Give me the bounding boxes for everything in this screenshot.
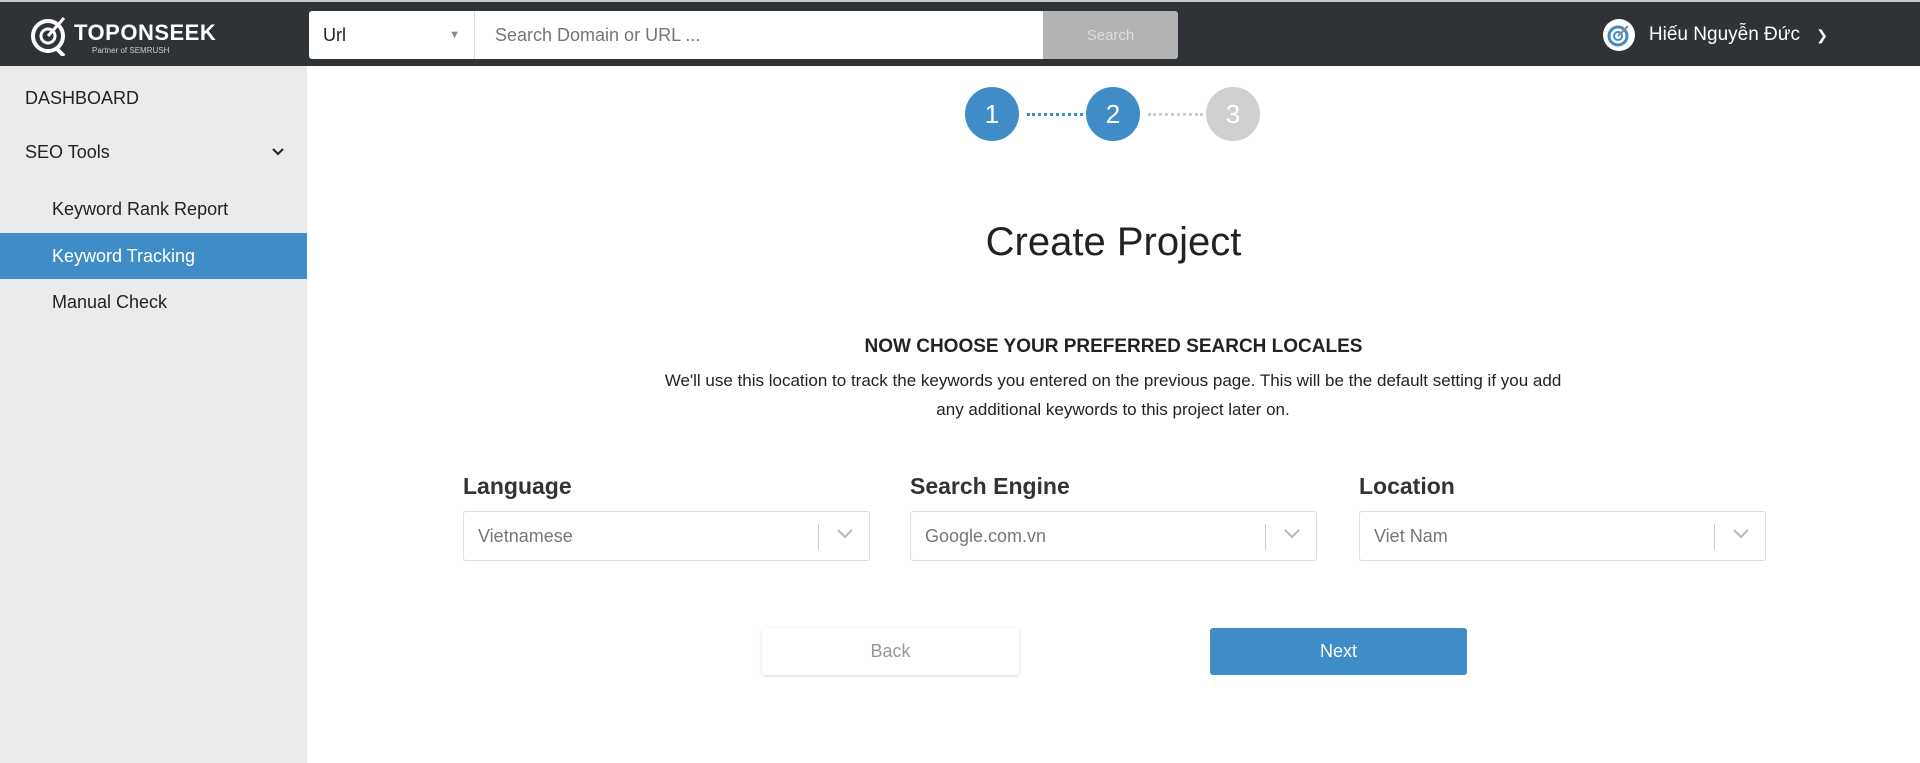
back-button[interactable]: Back	[762, 628, 1019, 675]
avatar	[1602, 19, 1635, 51]
section-heading: NOW CHOOSE YOUR PREFERRED SEARCH LOCALES	[864, 336, 1363, 357]
search-engine-select[interactable]: Google.com.vn	[910, 511, 1317, 561]
section-description: We'll use this location to track the key…	[664, 371, 1562, 419]
sidebar-item-keyword-tracking[interactable]: Keyword Tracking	[0, 233, 307, 279]
user-name: Hiếu Nguyễn Đức	[1648, 24, 1800, 45]
search-input[interactable]	[475, 11, 1043, 59]
top-header: TOPONSEEK Partner of SEMRUSH Url ▼ Search…	[0, 0, 1920, 66]
chevron-down-icon[interactable]: ❯	[1816, 27, 1828, 44]
sidebar-item-seo-tools[interactable]: SEO Tools	[25, 140, 285, 164]
language-field: Language Vietnamese	[463, 473, 870, 561]
user-menu[interactable]: Hiếu Nguyễn Đức ❯	[1602, 16, 1828, 54]
chevron-down-icon	[1733, 529, 1749, 539]
chevron-down-icon	[1284, 529, 1300, 539]
search-engine-field: Search Engine Google.com.vn	[910, 473, 1317, 561]
target-icon	[31, 17, 66, 56]
target-icon	[1607, 25, 1629, 47]
progress-steps: 1 2 3	[965, 87, 1261, 141]
sidebar-item-manual-check[interactable]: Manual Check	[0, 279, 307, 325]
language-select[interactable]: Vietnamese	[463, 511, 870, 561]
caret-down-icon: ▼	[449, 29, 460, 41]
step-1: 1	[965, 87, 1019, 141]
search-bar: Url ▼ Search	[309, 11, 1178, 59]
sidebar: DASHBOARD SEO Tools Keyword Rank Report …	[0, 66, 307, 763]
search-button[interactable]: Search	[1043, 11, 1178, 59]
step-connector	[1148, 113, 1203, 116]
step-2: 2	[1086, 87, 1140, 141]
logo[interactable]: TOPONSEEK Partner of SEMRUSH	[30, 10, 216, 60]
page-title: Create Project	[985, 220, 1242, 264]
location-select[interactable]: Viet Nam	[1359, 511, 1766, 561]
next-button[interactable]: Next	[1210, 628, 1467, 675]
sidebar-item-dashboard[interactable]: DASHBOARD	[25, 86, 285, 110]
step-3: 3	[1206, 87, 1260, 141]
chevron-down-icon	[272, 148, 284, 156]
location-field: Location Viet Nam	[1359, 473, 1766, 561]
step-connector	[1027, 113, 1083, 116]
search-type-select[interactable]: Url ▼	[309, 11, 475, 59]
sidebar-item-keyword-rank-report[interactable]: Keyword Rank Report	[0, 186, 307, 232]
chevron-down-icon	[837, 529, 853, 539]
